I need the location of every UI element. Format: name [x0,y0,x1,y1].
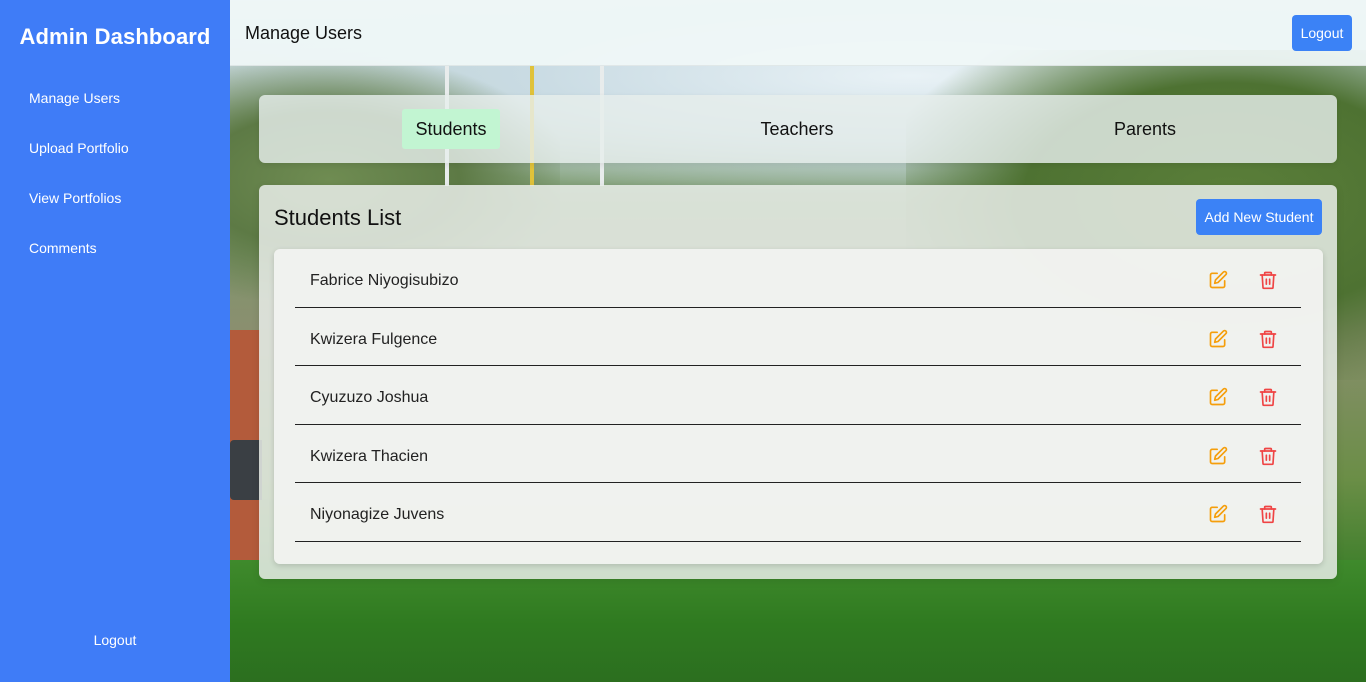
trash-icon[interactable] [1257,328,1279,350]
sidebar-logout-link[interactable]: Logout [0,632,230,648]
students-list-card: Students List Add New Student Fabrice Ni… [259,185,1337,579]
car [230,440,262,500]
sidebar-item-upload-portfolio[interactable]: Upload Portfolio [29,138,129,188]
tab-teachers[interactable]: Teachers [747,109,847,149]
list-item: Cyuzuzo Joshua [295,366,1301,425]
sidebar-item-manage-users[interactable]: Manage Users [29,88,129,138]
sidebar-nav: Manage Users Upload Portfolio View Portf… [29,88,129,288]
sidebar-item-comments[interactable]: Comments [29,238,129,288]
student-name: Cyuzuzo Joshua [310,389,429,406]
student-name: Kwizera Fulgence [310,330,438,348]
list-item: Niyonagize Juvens [295,483,1301,542]
top-bar: Manage Users Logout [230,0,1366,66]
sidebar-item-view-portfolios[interactable]: View Portfolios [29,188,129,238]
user-type-tabs: Students Teachers Parents [259,95,1337,163]
trash-icon[interactable] [1257,386,1279,408]
tab-students[interactable]: Students [402,109,500,149]
page-title: Manage Users [245,23,363,43]
student-name: Fabrice Niyogisubizo [310,272,459,289]
student-name: Niyonagize Juvens [310,506,445,523]
trash-icon[interactable] [1257,269,1279,291]
edit-icon[interactable] [1207,445,1229,467]
list-item: Kwizera Thacien [295,425,1301,483]
add-new-student-button[interactable]: Add New Student [1196,199,1322,235]
edit-icon[interactable] [1207,386,1229,408]
students-list: Fabrice Niyogisubizo Kwizera Fulgence Cy… [274,249,1323,564]
sidebar: Admin Dashboard Manage Users Upload Port… [0,0,230,682]
list-title: Students List [274,205,402,230]
trash-icon[interactable] [1257,503,1279,525]
edit-icon[interactable] [1207,269,1229,291]
trash-icon[interactable] [1257,445,1279,467]
logout-button[interactable]: Logout [1292,15,1352,51]
edit-icon[interactable] [1207,503,1229,525]
tab-parents[interactable]: Parents [1099,109,1191,149]
list-item: Kwizera Fulgence [295,308,1301,366]
student-name: Kwizera Thacien [310,447,428,465]
edit-icon[interactable] [1207,328,1229,350]
brand-title: Admin Dashboard [19,24,211,49]
list-item: Fabrice Niyogisubizo [295,249,1301,308]
